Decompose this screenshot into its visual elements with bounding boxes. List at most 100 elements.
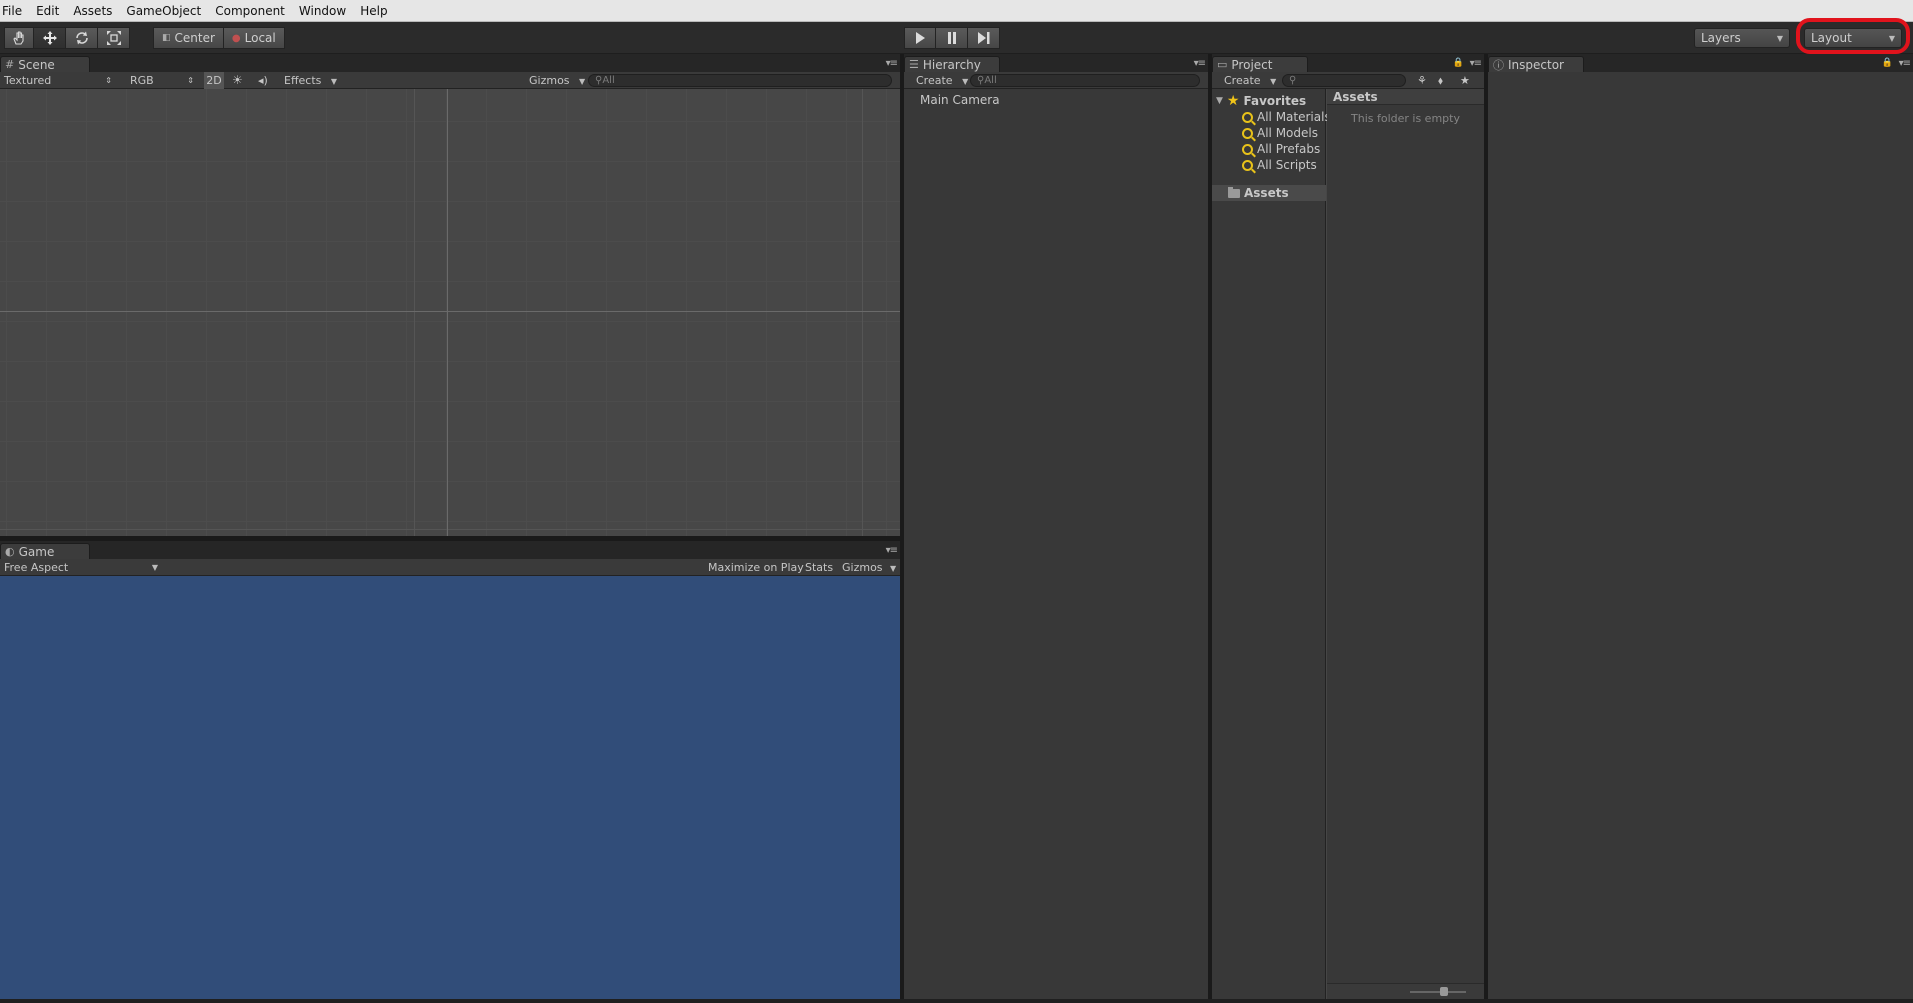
transform-tools xyxy=(4,27,130,49)
stats-label: Stats xyxy=(805,561,834,574)
menu-bar: File Edit Assets GameObject Component Wi… xyxy=(0,0,1913,22)
hierarchy-create-dropdown[interactable]: Create ▼ xyxy=(916,72,968,89)
info-icon: ⓘ xyxy=(1493,58,1504,72)
panel-menu-icon[interactable]: ▾≡ xyxy=(1194,58,1206,69)
maximize-on-play-toggle[interactable]: Maximize on Play xyxy=(708,559,804,576)
save-search-star-icon[interactable]: ★ xyxy=(1460,72,1470,89)
hierarchy-tree: Main Camera xyxy=(904,89,1208,999)
lighting-toggle-icon[interactable]: ☀ xyxy=(232,72,243,89)
render-mode-label: Textured xyxy=(4,74,52,87)
tab-inspector[interactable]: ⓘ Inspector xyxy=(1488,56,1584,72)
hand-tool-button[interactable] xyxy=(4,27,34,49)
rotate-icon xyxy=(75,31,88,45)
step-icon xyxy=(977,32,989,44)
audio-toggle-icon[interactable]: ◂) xyxy=(258,72,268,89)
dropdown-caret-icon: ▼ xyxy=(1270,77,1277,86)
favorite-item[interactable]: All Models xyxy=(1242,126,1318,140)
favorite-item-label: All Scripts xyxy=(1257,158,1317,172)
inspector-tabbar: ⓘ Inspector 🔒 ▾≡ xyxy=(1488,54,1913,72)
favorites-label: Favorites xyxy=(1243,94,1307,108)
tab-game[interactable]: ◐ Game xyxy=(0,543,90,559)
project-search-input[interactable]: ⚲ xyxy=(1282,74,1406,87)
pivot-center-button[interactable]: ◧ Center xyxy=(153,27,224,49)
panel-menu-icon[interactable]: ▾≡ xyxy=(1899,58,1911,69)
filter-by-label-icon[interactable]: ⬧ xyxy=(1438,72,1443,89)
project-create-dropdown[interactable]: Create ▼ xyxy=(1224,72,1276,89)
menu-file[interactable]: File xyxy=(0,0,29,22)
favorite-item[interactable]: All Materials xyxy=(1242,110,1331,124)
icon-size-slider[interactable] xyxy=(1410,991,1466,993)
icon-size-slider-handle[interactable] xyxy=(1440,987,1448,996)
menu-assets[interactable]: Assets xyxy=(66,0,119,22)
step-button[interactable] xyxy=(968,27,1000,49)
layers-dropdown[interactable]: Layers ▼ xyxy=(1694,28,1790,48)
game-panel: ◐ Game ▾≡ Free Aspect ▼ Maximize on Play… xyxy=(0,541,900,999)
scene-gizmos-label: Gizmos xyxy=(529,74,570,87)
game-gizmos-dropdown[interactable]: Gizmos ▼ xyxy=(842,559,896,576)
pivot-local-button[interactable]: ● Local xyxy=(223,27,285,49)
expand-triangle-icon[interactable]: ▼ xyxy=(1216,96,1223,106)
scene-search-placeholder: All xyxy=(602,75,615,86)
lock-icon[interactable]: 🔒 xyxy=(1882,58,1893,68)
scale-tool-button[interactable] xyxy=(98,27,130,49)
hierarchy-item[interactable]: Main Camera xyxy=(920,93,1000,107)
favorite-item[interactable]: All Prefabs xyxy=(1242,142,1320,156)
menu-component[interactable]: Component xyxy=(208,0,292,22)
menu-edit[interactable]: Edit xyxy=(29,0,66,22)
star-icon: ★ xyxy=(1226,93,1240,109)
lock-icon[interactable]: 🔒 xyxy=(1453,58,1464,68)
mode-2d-toggle[interactable]: 2D xyxy=(204,72,224,89)
dropdown-caret-icon: ▼ xyxy=(890,564,897,573)
layout-dropdown[interactable]: Layout ▼ xyxy=(1804,28,1902,48)
layers-label: Layers xyxy=(1701,31,1741,45)
tab-hierarchy[interactable]: ☰ Hierarchy xyxy=(904,56,1000,72)
pivot-toggles: ◧ Center ● Local xyxy=(153,27,285,49)
color-mode-dropdown[interactable]: RGB ⇕ xyxy=(130,72,194,89)
scene-viewport[interactable] xyxy=(0,89,900,536)
menu-help[interactable]: Help xyxy=(353,0,394,22)
mode-2d-label: 2D xyxy=(206,74,222,87)
rotate-tool-button[interactable] xyxy=(66,27,98,49)
scene-search-input[interactable]: ⚲All xyxy=(588,74,892,87)
aspect-dropdown[interactable]: Free Aspect ▼ xyxy=(4,559,158,576)
tab-scene-label: Scene xyxy=(18,57,55,72)
folder-tab-icon: ▭ xyxy=(1217,58,1228,71)
favorites-node[interactable]: ▼ ★ Favorites xyxy=(1216,93,1306,109)
play-controls xyxy=(904,27,1000,49)
game-control-bar: Free Aspect ▼ Maximize on Play Stats Giz… xyxy=(0,559,900,576)
hand-icon xyxy=(13,31,24,45)
menu-window[interactable]: Window xyxy=(292,0,353,22)
scale-icon xyxy=(106,31,121,45)
pause-icon xyxy=(947,32,956,44)
maximize-on-play-label: Maximize on Play xyxy=(708,561,804,574)
tab-scene[interactable]: # Scene xyxy=(0,56,90,72)
effects-dropdown[interactable]: Effects ▼ xyxy=(284,72,337,89)
filter-by-type-icon[interactable]: ⚘ xyxy=(1417,72,1427,89)
favorite-item[interactable]: All Scripts xyxy=(1242,158,1317,172)
menu-gameobject[interactable]: GameObject xyxy=(119,0,208,22)
move-tool-button[interactable] xyxy=(34,27,66,49)
pacman-icon: ◐ xyxy=(5,545,15,558)
tab-project-label: Project xyxy=(1231,57,1273,72)
tab-inspector-label: Inspector xyxy=(1508,57,1564,72)
game-gizmos-label: Gizmos xyxy=(842,561,883,574)
tab-project[interactable]: ▭ Project xyxy=(1212,56,1308,72)
hierarchy-search-input[interactable]: ⚲All xyxy=(970,74,1200,87)
panel-menu-icon[interactable]: ▾≡ xyxy=(1470,58,1482,69)
dropdown-caret-icon: ▼ xyxy=(330,77,338,86)
render-mode-dropdown[interactable]: Textured ⇕ xyxy=(4,72,116,89)
dropdown-caret-icon: ▼ xyxy=(579,77,586,86)
pause-button[interactable] xyxy=(936,27,968,49)
panel-menu-icon[interactable]: ▾≡ xyxy=(886,58,898,69)
scene-gizmos-dropdown[interactable]: Gizmos ▼ xyxy=(529,72,585,89)
aspect-label: Free Aspect xyxy=(4,561,69,574)
project-create-label: Create xyxy=(1224,74,1261,87)
hierarchy-item-label: Main Camera xyxy=(920,93,1000,107)
stats-toggle[interactable]: Stats xyxy=(805,559,833,576)
hierarchy-search-placeholder: All xyxy=(984,75,997,86)
game-viewport[interactable] xyxy=(0,576,900,999)
assets-root-node[interactable]: Assets xyxy=(1212,185,1326,201)
play-button[interactable] xyxy=(904,27,936,49)
favorite-item-label: All Models xyxy=(1257,126,1318,140)
panel-menu-icon[interactable]: ▾≡ xyxy=(886,545,898,556)
